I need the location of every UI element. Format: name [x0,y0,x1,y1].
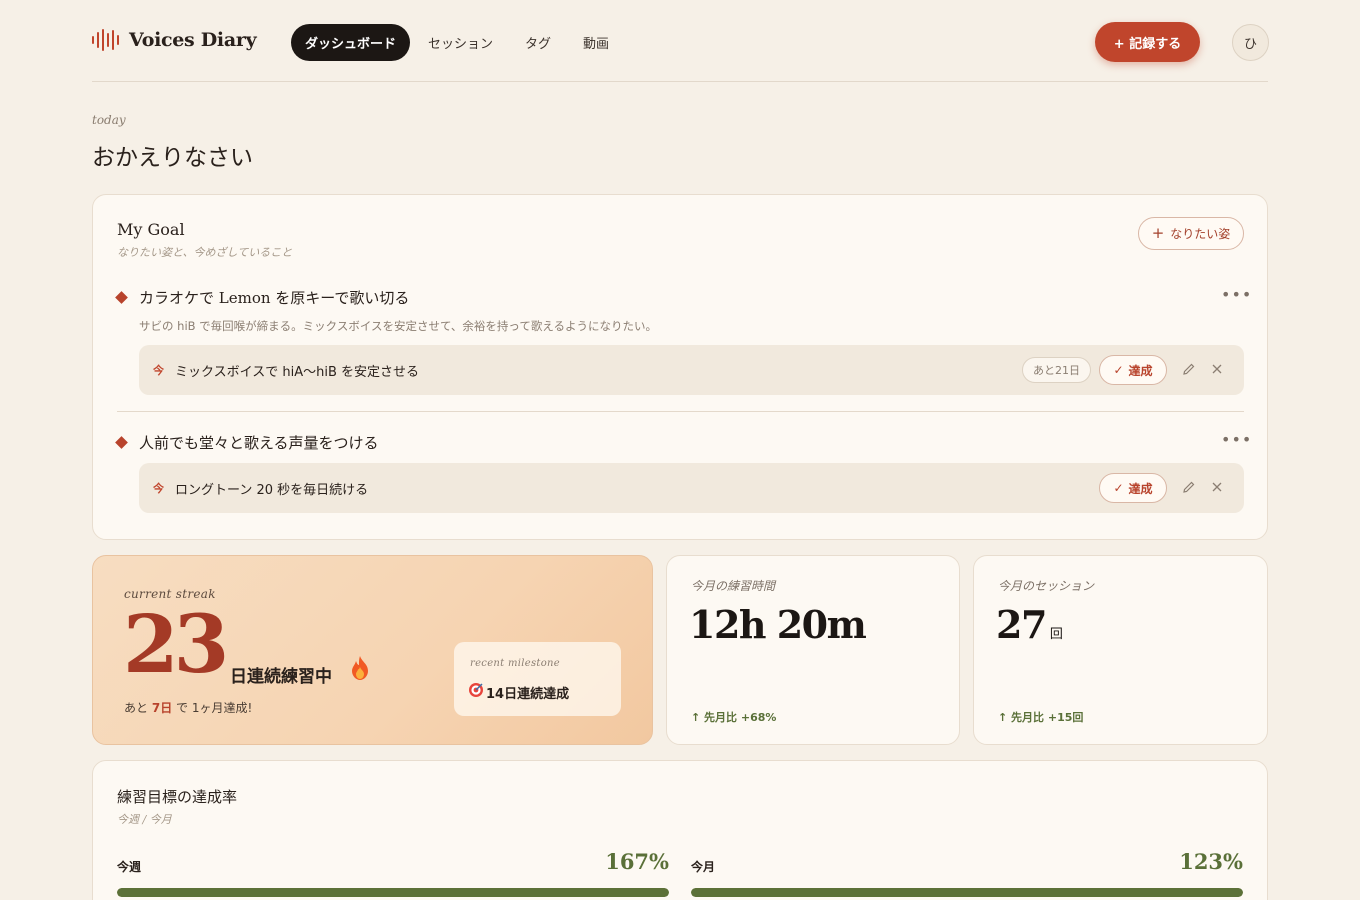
goal-card-subtitle: なりたい姿と、今めざしていること [117,246,293,259]
achieve-button[interactable]: ✓ 達成 [1099,473,1167,503]
add-goal-button[interactable]: + なりたい姿 [1138,217,1244,250]
stat-label: 今月の練習時間 [691,579,776,593]
record-button[interactable]: + 記録する [1095,22,1200,62]
stat-value-number: 12h 20m [689,602,867,647]
stat-value: 12h 20m [689,602,867,647]
stat-delta: ↑ 先月比 +15回 [998,711,1084,724]
stat-label: 今月のセッション [998,579,1095,593]
subgoal-row: 今 ミックスボイスで hiA〜hiB を安定させる あと21日 ✓ 達成 [139,345,1244,395]
check-icon: ✓ [1113,481,1124,495]
waveform-icon [92,28,119,52]
achieve-button[interactable]: ✓ 達成 [1099,355,1167,385]
more-options-icon[interactable]: ••• [1221,285,1252,304]
milestone-text: 14日連続達成 [468,682,569,702]
pencil-icon[interactable] [1180,360,1198,378]
stat-value: 27 回 [996,602,1063,647]
close-icon[interactable] [1208,478,1226,496]
progress-fill [691,888,1243,897]
nav-dashboard[interactable]: ダッシュボード [291,24,411,61]
stat-delta-text: 先月比 +15回 [1011,711,1084,724]
divider [117,411,1244,412]
streak-note-prefix: あと [124,701,149,715]
top-header: Voices Diary ダッシュボード セッション タグ 動画 + 記録する … [92,0,1269,82]
rate-name: 今週 [117,860,142,874]
rate-percent: 123% [1179,849,1243,874]
target-icon [468,682,484,702]
remaining-days-badge: あと21日 [1022,357,1091,383]
rate-percent: 167% [605,849,669,874]
subgoal-now-tag: 今 [153,364,164,377]
goal-card: My Goal なりたい姿と、今めざしていること + なりたい姿 カラオケで L… [92,194,1268,540]
diamond-icon [115,291,128,304]
streak-note: あと 7日 で 1ヶ月達成! [124,699,252,716]
achievement-rate-card: 練習目標の達成率 今週 / 今月 今週 167% 今月 123% [92,760,1268,900]
subgoal-text: ミックスボイスで hiA〜hiB を安定させる [175,365,419,380]
milestone-box: recent milestone 14日連続達成 [454,642,621,716]
nav-videos[interactable]: 動画 [569,24,623,61]
greeting-kicker: today [92,113,126,127]
subgoal-now-tag: 今 [153,482,164,495]
app-logo[interactable]: Voices Diary [92,28,257,52]
streak-card: current streak 23 日連続練習中 あと 7日 で 1ヶ月達成! … [92,555,653,745]
app-name: Voices Diary [129,29,257,51]
goal-title-text: カラオケで Lemon を原キーで歌い切る [139,289,410,307]
check-icon: ✓ [1113,363,1124,377]
nav-tags[interactable]: タグ [511,24,565,61]
practice-time-card: 今月の練習時間 12h 20m ↑ 先月比 +68% [666,555,960,745]
goal-card-title: My Goal [117,220,185,239]
stat-delta: ↑ 先月比 +68% [691,711,777,724]
subgoal-row: 今 ロングトーン 20 秒を毎日続ける ✓ 達成 [139,463,1244,513]
close-icon[interactable] [1208,360,1226,378]
stat-unit: 回 [1049,627,1063,642]
stat-value-number: 27 [996,602,1047,647]
milestone-label: recent milestone [470,658,560,669]
progress-fill [117,888,669,897]
subgoal-text: ロングトーン 20 秒を毎日続ける [175,483,369,498]
goal-title-text: 人前でも堂々と歌える声量をつける [139,434,379,452]
more-options-icon[interactable]: ••• [1221,430,1252,449]
sessions-card: 今月のセッション 27 回 ↑ 先月比 +15回 [973,555,1268,745]
goal-item-title: 人前でも堂々と歌える声量をつける [115,432,379,453]
fire-icon [346,654,374,686]
avatar[interactable]: ひ [1232,24,1269,61]
streak-count: 23 [123,597,229,691]
streak-unit: 日連続練習中 [230,667,332,687]
rate-subtitle: 今週 / 今月 [117,813,172,826]
streak-note-suffix: で 1ヶ月達成! [176,701,253,715]
achieve-label: 達成 [1128,481,1153,496]
page-title: おかえりなさい [92,145,253,171]
rate-name: 今月 [691,860,716,874]
nav-sessions[interactable]: セッション [414,24,507,61]
goal-item-title: カラオケで Lemon を原キーで歌い切る [115,287,410,308]
achieve-label: 達成 [1128,363,1153,378]
milestone-value: 14日連続達成 [486,686,570,702]
streak-note-days: 7日 [151,701,173,715]
diamond-icon [115,436,128,449]
stat-delta-text: 先月比 +68% [704,711,777,724]
progress-bar [117,888,669,897]
pencil-icon[interactable] [1180,478,1198,496]
add-goal-label: なりたい姿 [1170,227,1231,241]
rate-title: 練習目標の達成率 [117,788,238,806]
progress-bar [691,888,1243,897]
plus-icon: + [1151,224,1165,242]
goal-description: サビの hiB で毎回喉が締まる。ミックスボイスを安定させて、余裕を持って歌える… [139,319,657,333]
main-nav: ダッシュボード セッション タグ 動画 [291,24,623,61]
